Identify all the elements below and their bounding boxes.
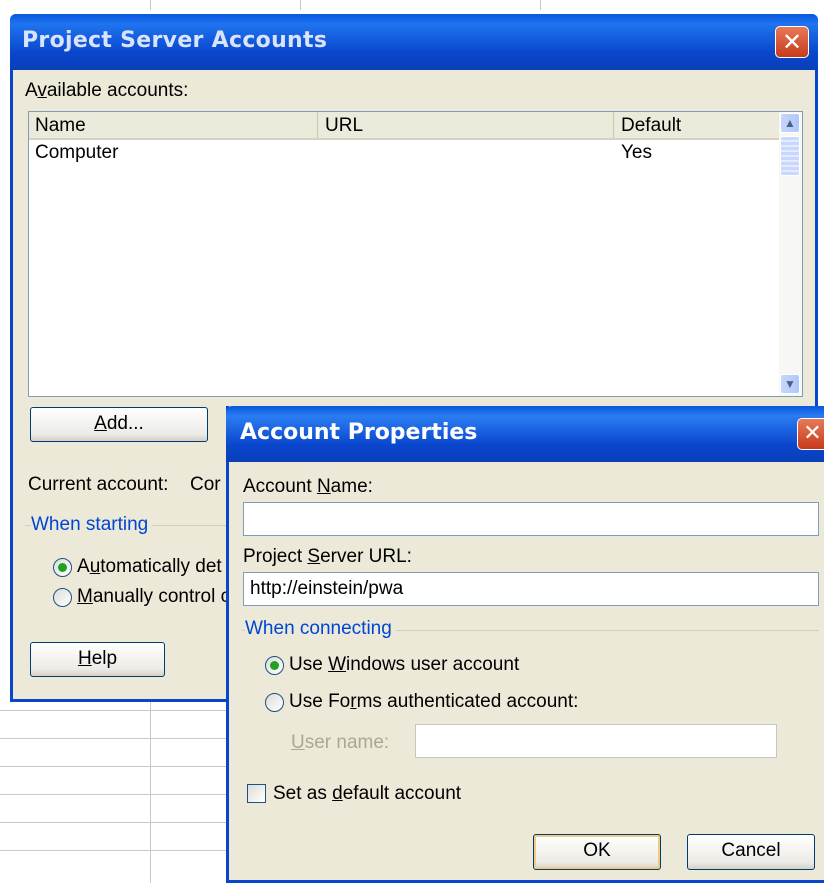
cancel-button[interactable]: Cancel (687, 834, 815, 870)
table-row[interactable]: Computer Yes (29, 142, 779, 166)
sheet-gridline (0, 738, 260, 739)
server-url-label: Project Server URL: (243, 546, 412, 567)
sheet-gridline (0, 822, 260, 823)
accounts-list-header: Name URL Default (29, 112, 779, 140)
auto-detect-label[interactable]: Automatically det (77, 556, 222, 578)
psa-title: Project Server Accounts (22, 28, 328, 53)
accounts-list-scrollbar[interactable]: ▲ ▼ (779, 112, 802, 396)
add-button[interactable]: Add... (30, 407, 208, 442)
manual-control-radio[interactable] (53, 588, 72, 607)
sheet-gridline (0, 710, 260, 711)
close-icon: ✕ (781, 28, 803, 56)
column-header-name[interactable]: Name (29, 112, 318, 138)
help-button[interactable]: Help (30, 642, 165, 677)
scroll-down-button[interactable]: ▼ (780, 374, 800, 394)
when-connecting-label: When connecting (245, 618, 396, 640)
column-header-default[interactable]: Default (615, 112, 779, 138)
psa-close-button[interactable]: ✕ (775, 26, 809, 58)
column-header-url[interactable]: URL (319, 112, 614, 138)
ok-button[interactable]: OK (533, 834, 661, 870)
ap-titlebar[interactable]: Account Properties (226, 406, 824, 462)
current-account-label: Current account: (28, 474, 169, 495)
current-account-value: Cor (190, 474, 221, 495)
when-starting-label: When starting (31, 514, 153, 536)
default-account-label[interactable]: Set as default account (273, 783, 461, 805)
sheet-gridline (300, 0, 301, 10)
username-input[interactable] (415, 724, 777, 758)
scroll-up-button[interactable]: ▲ (780, 113, 800, 133)
row-name: Computer (35, 142, 119, 163)
sheet-gridline (0, 766, 260, 767)
account-name-input[interactable] (243, 502, 819, 536)
available-accounts-label: Available accounts: (25, 80, 189, 101)
row-default: Yes (621, 142, 652, 163)
sheet-gridline (540, 0, 541, 10)
default-account-checkbox[interactable] (247, 784, 266, 803)
scroll-thumb[interactable] (780, 136, 800, 176)
close-icon: ✕ (803, 421, 822, 446)
account-properties-dialog: Account Properties ✕ Account Name: Proje… (226, 406, 824, 883)
sheet-gridline (150, 690, 151, 883)
sheet-gridline (0, 850, 260, 851)
auto-detect-radio[interactable] (53, 558, 72, 577)
username-label: User name: (291, 732, 390, 753)
windows-account-label[interactable]: Use Windows user account (289, 654, 519, 676)
ap-title: Account Properties (240, 420, 478, 445)
windows-account-radio[interactable] (265, 656, 284, 675)
accounts-list[interactable]: Name URL Default Computer Yes ▲ ▼ (28, 111, 803, 397)
psa-titlebar[interactable]: Project Server Accounts (10, 14, 818, 70)
manual-control-label[interactable]: Manually control c (77, 586, 230, 608)
forms-account-radio[interactable] (265, 693, 284, 712)
ap-close-button[interactable]: ✕ (797, 418, 824, 450)
server-url-input[interactable]: http://einstein/pwa (243, 572, 819, 606)
chevron-down-icon: ▼ (784, 377, 796, 391)
sheet-gridline (0, 794, 260, 795)
sheet-gridline (150, 0, 151, 10)
account-name-label: Account Name: (243, 476, 373, 497)
forms-account-label[interactable]: Use Forms authenticated account: (289, 691, 578, 713)
chevron-up-icon: ▲ (784, 116, 796, 130)
